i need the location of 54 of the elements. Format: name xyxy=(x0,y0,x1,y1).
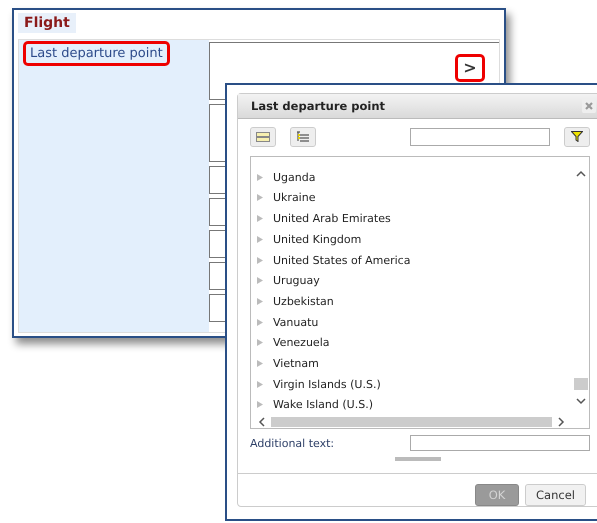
search-field[interactable] xyxy=(410,128,550,146)
item-label: Venezuela xyxy=(273,336,330,350)
list-item[interactable]: Wake Island (U.S.) xyxy=(251,394,572,416)
filter-button[interactable] xyxy=(564,126,590,147)
item-label: United Arab Emirates xyxy=(273,212,391,226)
list-item[interactable]: Vietnam xyxy=(251,353,572,374)
list-item[interactable]: United Kingdom xyxy=(251,228,572,250)
open-button[interactable]: > xyxy=(455,54,485,82)
item-label: United Kingdom xyxy=(273,232,362,246)
list-item[interactable]: United Arab Emirates xyxy=(251,208,572,229)
triangle-icon xyxy=(257,236,263,243)
list-item[interactable]: Uruguay xyxy=(251,270,572,292)
item-label: Uruguay xyxy=(273,274,320,288)
close-icon[interactable] xyxy=(582,98,596,113)
list-item[interactable]: Venezuela xyxy=(251,332,572,354)
triangle-icon xyxy=(257,194,263,202)
item-label: Ukraine xyxy=(273,191,316,204)
scroll-thumb[interactable] xyxy=(574,378,588,390)
list-item[interactable]: Vanuatu xyxy=(251,312,572,332)
item-label: Wake Island (U.S.) xyxy=(273,398,373,412)
bars-icon xyxy=(256,132,270,142)
triangle-icon xyxy=(257,401,263,408)
item-label: Uzbekistan xyxy=(273,294,334,308)
item-label: United States of America xyxy=(273,254,410,267)
list-item[interactable]: Ukraine xyxy=(251,188,572,208)
item-label: Uganda xyxy=(273,170,316,184)
field-label: Additional text: xyxy=(250,436,336,450)
triangle-icon xyxy=(257,277,263,284)
triangle-icon xyxy=(257,339,263,346)
expand-button[interactable] xyxy=(290,126,316,147)
field-label: Last departure point xyxy=(23,41,170,66)
list-item[interactable]: United States of America xyxy=(251,250,572,270)
triangle-icon xyxy=(257,380,263,388)
input-field[interactable] xyxy=(410,435,590,452)
list-icon xyxy=(297,130,309,143)
item-label: Vanuatu xyxy=(273,316,318,329)
filter-icon xyxy=(571,131,583,142)
triangle-icon xyxy=(257,360,263,367)
list-item[interactable]: Uganda xyxy=(251,166,572,188)
triangle-icon xyxy=(257,174,263,181)
list-item[interactable]: Virgin Islands (U.S.) xyxy=(251,374,572,394)
triangle-icon xyxy=(257,256,263,264)
item-label: Vietnam xyxy=(273,356,319,370)
triangle-icon xyxy=(257,318,263,326)
scroll-thumb[interactable] xyxy=(271,417,552,428)
collapse-button[interactable] xyxy=(250,126,276,147)
section-title: Flight xyxy=(18,13,76,33)
list-item[interactable]: Uzbekistan xyxy=(251,291,572,312)
triangle-icon xyxy=(257,298,263,305)
cancel-button[interactable]: Cancel xyxy=(525,484,586,506)
resize-grip[interactable] xyxy=(395,457,441,461)
triangle-icon xyxy=(257,215,263,222)
dialog-title: Last departure point xyxy=(251,98,386,113)
item-label: Virgin Islands (U.S.) xyxy=(273,378,381,391)
